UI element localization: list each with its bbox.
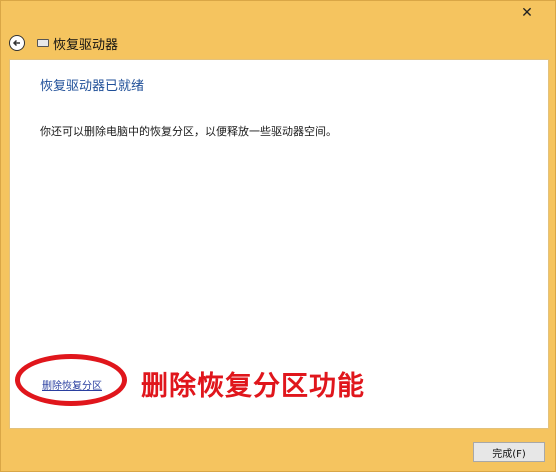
annotation-label: 删除恢复分区功能 <box>141 371 365 402</box>
footer-bar: 完成(F) <box>1 429 555 473</box>
wizard-window: ✕ 恢复驱动器 恢复驱动器已就绪 你还可以删除电脑中的恢复分区，以便释放一些驱动… <box>0 0 556 472</box>
back-arrow-icon <box>12 39 20 47</box>
window-title: 恢复驱动器 <box>53 37 119 53</box>
finish-button[interactable]: 完成(F) <box>473 442 545 462</box>
close-icon: ✕ <box>521 5 533 21</box>
back-button[interactable] <box>9 35 25 51</box>
drive-icon <box>37 39 49 47</box>
title-bar: 恢复驱动器 <box>1 25 555 61</box>
description-text: 你还可以删除电脑中的恢复分区，以便释放一些驱动器空间。 <box>40 125 337 138</box>
highlight-circle <box>15 354 127 406</box>
close-button[interactable]: ✕ <box>505 2 549 24</box>
page-heading: 恢复驱动器已就绪 <box>40 79 145 94</box>
